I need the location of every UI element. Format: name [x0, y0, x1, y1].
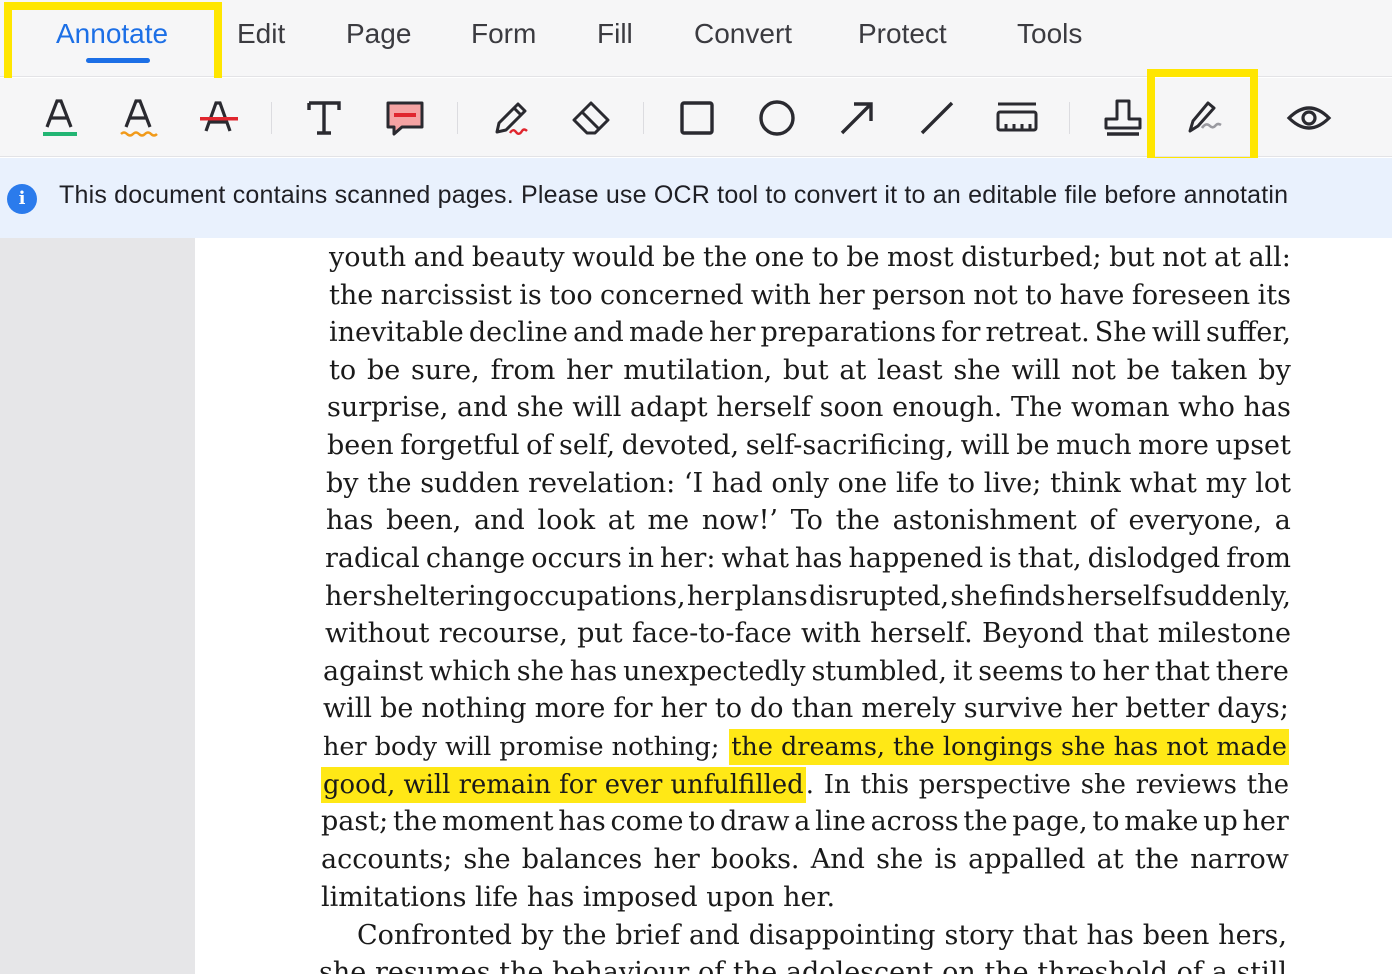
arrow-tool[interactable] [833, 96, 881, 140]
rectangle-icon [680, 101, 714, 135]
text-line: Confronted by the brief and disappointing stor… [357, 920, 1287, 951]
menu-fill[interactable]: Fill [597, 14, 633, 54]
text-color-tool[interactable] [36, 96, 84, 140]
text-line: limitations life has imposed upon her. [321, 882, 836, 913]
text-line: past; the moment has come to draw a line across th… [321, 806, 1289, 837]
circle-tool[interactable] [753, 96, 801, 140]
view-tool[interactable] [1285, 96, 1333, 140]
text-line: good, will remain for ever unfulfilled .… [321, 767, 1289, 803]
circle-icon [759, 100, 795, 136]
strikethrough-tool[interactable] [195, 96, 243, 140]
toolbar-separator [271, 102, 272, 134]
stamp-tool[interactable] [1099, 96, 1147, 140]
stamp-icon [1104, 99, 1142, 136]
text-line: by the sudden revelation: ‘I had only one life to… [326, 468, 1291, 499]
info-icon: i [7, 184, 37, 214]
signature-tool[interactable] [1179, 96, 1227, 140]
text-line: to be sure, from her mutilation, but at least she… [329, 355, 1291, 386]
menu-bar: Annotate Edit Page Form Fill Convert Pro… [0, 0, 1392, 77]
signature-icon [1188, 101, 1222, 133]
sidebar-gutter [0, 238, 195, 974]
text-line: has been, and look at me now!’ To the astonishmen… [326, 505, 1291, 536]
text-line: her sheltering occupations, her plans disrupt… [325, 581, 1291, 612]
measure-tool[interactable] [993, 96, 1041, 140]
text-line: been forgetful of self, devoted, self-sacrifi… [327, 430, 1291, 461]
text-line: radical change occurs in her: what has happened… [325, 543, 1291, 574]
eye-icon [1286, 106, 1332, 130]
text-line: will be nothing more for her to do than merely sur… [323, 693, 1289, 724]
banner-message: This document contains scanned pages. Pl… [59, 181, 1289, 209]
toolbar-separator [1069, 102, 1070, 134]
menu-tools[interactable]: Tools [1017, 14, 1082, 54]
comment-icon [386, 101, 424, 136]
highlighted-text[interactable]: good, will remain for ever unfulfilled [321, 767, 806, 803]
eraser-tool[interactable] [567, 96, 615, 140]
menu-protect[interactable]: Protect [858, 14, 947, 54]
text-line: without recourse, put face-to-face with herse… [325, 618, 1291, 649]
text-line: the narcissist is too concerned with her person… [329, 280, 1291, 311]
line-icon [920, 101, 954, 135]
active-tab-underline [86, 58, 150, 63]
menu-annotate[interactable]: Annotate [56, 14, 168, 54]
squiggly-tool[interactable] [115, 96, 163, 140]
text-run: her body will promise nothing; [323, 732, 720, 762]
text-line: inevitable decline and made her preparations f… [329, 317, 1291, 348]
text-run: . In this perspective she reviews the [805, 770, 1289, 800]
eraser-icon [572, 101, 610, 135]
highlighted-text[interactable]: the dreams, the longings she has not mad… [729, 729, 1289, 765]
text-color-icon [43, 99, 77, 136]
squiggly-underline-icon [120, 99, 158, 137]
annotation-toolbar [0, 78, 1392, 157]
rectangle-tool[interactable] [673, 96, 721, 140]
menu-form[interactable]: Form [471, 14, 536, 54]
arrow-icon [840, 102, 873, 135]
document-page[interactable]: youth and beauty would be the one to be most distu… [195, 238, 1392, 974]
text-line: she resumes the behaviour of the adolescent on t… [319, 957, 1287, 974]
strikethrough-icon [200, 101, 238, 132]
text-line: accounts; she balances her books. And she is app… [321, 844, 1289, 875]
toolbar-separator [643, 102, 644, 134]
menu-page[interactable]: Page [346, 14, 411, 54]
measure-icon [996, 102, 1038, 132]
text-line: youth and beauty would be the one to be most distu… [329, 242, 1291, 273]
text-line: surprise, and she will adapt herself soon enoug… [327, 392, 1291, 423]
toolbar-separator [457, 102, 458, 134]
menu-edit[interactable]: Edit [237, 14, 285, 54]
comment-tool[interactable] [381, 96, 429, 140]
text-line: her body will promise nothing; the dream… [323, 729, 1289, 765]
menu-convert[interactable]: Convert [694, 14, 792, 54]
text-line: against which she has unexpectedly stumbled, i… [323, 656, 1289, 687]
line-tool[interactable] [913, 96, 961, 140]
pencil-tool[interactable] [487, 96, 535, 140]
text-box-tool[interactable] [300, 96, 348, 140]
text-box-icon [307, 101, 341, 135]
pencil-icon [495, 102, 528, 135]
